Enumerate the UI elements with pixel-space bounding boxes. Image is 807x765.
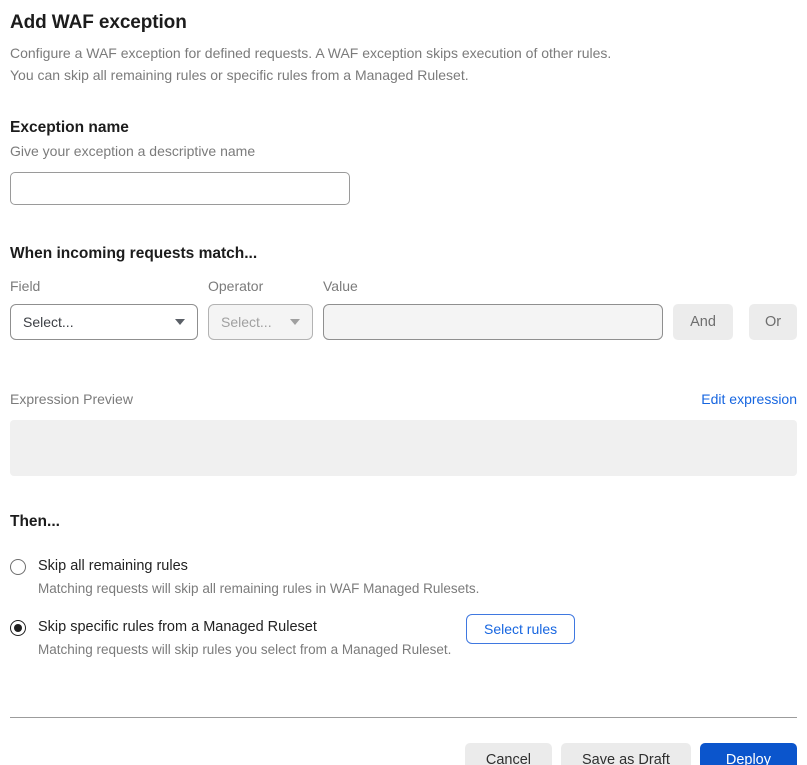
select-rules-button[interactable]: Select rules [466, 614, 576, 644]
radio-unselected-icon[interactable] [10, 559, 26, 575]
value-input[interactable] [323, 304, 663, 340]
option-description: Matching requests will skip rules you se… [38, 642, 452, 657]
expression-preview-label: Expression Preview [10, 391, 133, 407]
page-description: Configure a WAF exception for defined re… [10, 42, 797, 86]
operator-select-value: Select... [221, 314, 272, 330]
save-as-draft-button[interactable]: Save as Draft [561, 743, 691, 765]
field-select-value: Select... [23, 314, 74, 330]
exception-name-section: Exception name Give your exception a des… [10, 119, 797, 205]
operator-label: Operator [208, 278, 264, 294]
then-heading: Then... [10, 513, 60, 530]
chevron-down-icon [290, 319, 300, 325]
radio-option-skip-all-remaining-rules[interactable]: Skip all remaining rules Matching reques… [10, 558, 797, 596]
cancel-button[interactable]: Cancel [464, 743, 553, 765]
operator-column: Operator Select... [208, 278, 313, 340]
or-button[interactable]: Or [749, 304, 797, 340]
expression-preview-box [10, 420, 797, 476]
and-button[interactable]: And [673, 304, 733, 340]
page-description-line2: You can skip all remaining rules or spec… [10, 67, 469, 83]
value-column: Value [323, 278, 663, 340]
radio-option-skip-specific-rules[interactable]: Skip specific rules from a Managed Rules… [10, 614, 797, 657]
chevron-down-icon [175, 319, 185, 325]
exception-name-label: Exception name [10, 119, 129, 136]
field-column: Field Select... [10, 278, 198, 340]
exception-name-hint: Give your exception a descriptive name [10, 143, 256, 159]
footer-divider [10, 717, 797, 718]
field-select[interactable]: Select... [10, 304, 198, 340]
exception-name-input[interactable] [10, 172, 350, 205]
then-section: Then... Skip all remaining rules Matchin… [10, 513, 797, 657]
option-description: Matching requests will skip all remainin… [38, 581, 480, 596]
option-text: Skip specific rules from a Managed Rules… [38, 619, 451, 657]
option-text: Skip all remaining rules Matching reques… [38, 558, 479, 596]
field-label: Field [10, 278, 41, 294]
radio-selected-icon[interactable] [10, 620, 26, 636]
expression-preview-header: Expression Preview Edit expression [10, 391, 797, 407]
footer-actions: Cancel Save as Draft Deploy [10, 743, 797, 765]
deploy-button[interactable]: Deploy [699, 743, 797, 765]
operator-select[interactable]: Select... [208, 304, 313, 340]
add-waf-exception-form: Add WAF exception Configure a WAF except… [0, 0, 807, 765]
edit-expression-link[interactable]: Edit expression [701, 391, 797, 407]
option-label: Skip all remaining rules [38, 558, 188, 574]
option-label: Skip specific rules from a Managed Rules… [38, 619, 317, 635]
page-title: Add WAF exception [10, 12, 187, 33]
page-description-line1: Configure a WAF exception for defined re… [10, 45, 612, 61]
expression-preview-section: Expression Preview Edit expression [10, 391, 797, 476]
match-builder-section: When incoming requests match... Field Se… [10, 245, 797, 340]
match-row: Field Select... Operator Select... Value… [10, 278, 797, 340]
match-heading: When incoming requests match... [10, 245, 258, 262]
value-label: Value [323, 278, 358, 294]
